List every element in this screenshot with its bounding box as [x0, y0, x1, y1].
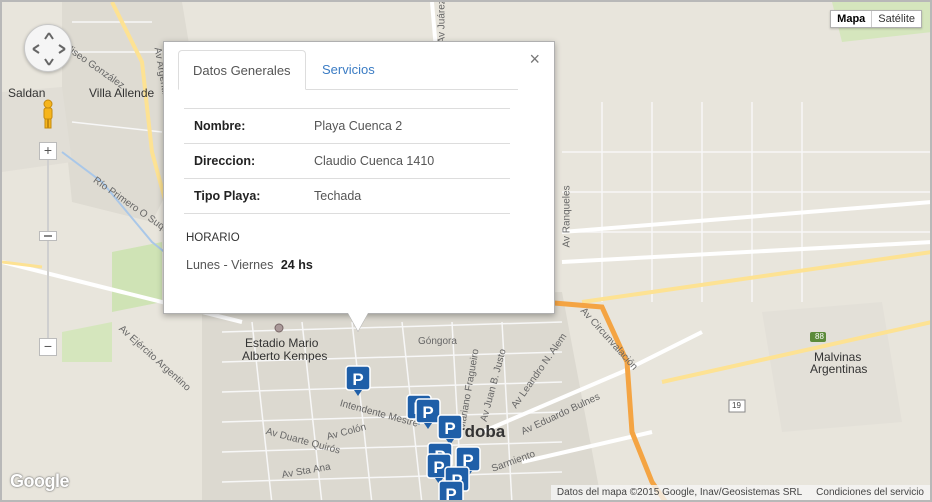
horario-row: Lunes - Viernes 24 hs [186, 258, 313, 272]
info-tabs: Datos Generales Servicios [178, 50, 518, 90]
map-canvas[interactable]: Saldan Villa Allende Estadio Mario Alber… [0, 0, 932, 502]
pan-control-icon [32, 32, 66, 66]
map-label-gongora: Góngora [418, 336, 457, 347]
terms-link[interactable]: Condiciones del servicio [816, 487, 924, 498]
pan-control[interactable] [24, 24, 72, 72]
map-label-estadio-2: Alberto Kempes [242, 349, 328, 363]
zoom-out-button[interactable]: − [39, 338, 57, 356]
tab-servicios[interactable]: Servicios [308, 50, 389, 90]
google-logo[interactable]: Google [10, 471, 70, 492]
map-label-estadio-1: Estadio Mario [245, 336, 319, 350]
detail-value: Playa Cuenca 2 [304, 108, 510, 144]
zoom-slider-track[interactable] [47, 152, 49, 348]
horario-days: Lunes - Viernes [186, 258, 274, 272]
zoom-in-button[interactable]: + [39, 142, 57, 160]
details-table: Nombre: Playa Cuenca 2 Direccion: Claudi… [184, 108, 510, 214]
svg-text:P: P [445, 485, 456, 502]
table-row: Tipo Playa: Techada [184, 178, 510, 214]
parking-marker-icon[interactable]: P [438, 480, 464, 502]
table-row: Nombre: Playa Cuenca 2 [184, 108, 510, 144]
horario-hours: 24 hs [280, 258, 313, 272]
svg-text:P: P [352, 370, 363, 389]
map-type-control: Mapa Satélite [830, 10, 922, 28]
svg-text:P: P [433, 458, 444, 477]
detail-key: Tipo Playa: [184, 178, 304, 214]
pegman-icon[interactable] [40, 98, 56, 130]
map-type-map-button[interactable]: Mapa [831, 11, 871, 27]
map-type-satellite-button[interactable]: Satélite [871, 11, 921, 27]
detail-key: Nombre: [184, 108, 304, 144]
table-row: Direccion: Claudio Cuenca 1410 [184, 143, 510, 179]
detail-value: Claudio Cuenca 1410 [304, 143, 510, 179]
parking-marker-icon[interactable]: P [345, 365, 371, 397]
map-label-ranqueles: Av Ranqueles [561, 185, 573, 248]
map-label-malvinas-2: Argentinas [810, 362, 868, 376]
svg-text:P: P [444, 419, 455, 438]
close-icon[interactable]: × [529, 49, 540, 70]
route-19-label: 19 [732, 401, 741, 410]
svg-text:P: P [422, 403, 433, 422]
info-window-tail [348, 313, 368, 331]
attribution-data: Datos del mapa ©2015 Google, Inav/Geosis… [556, 487, 803, 498]
route-88-label: 88 [815, 332, 824, 341]
zoom-slider-thumb[interactable] [39, 231, 57, 241]
detail-value: Techada [304, 178, 510, 214]
map-attribution: Datos del mapa ©2015 Google, Inav/Geosis… [550, 485, 930, 500]
tab-datos-generales[interactable]: Datos Generales [178, 50, 306, 90]
map-label-av-juarez: Av Juárez [436, 0, 448, 44]
info-window: × Datos Generales Servicios Nombre: Play… [163, 41, 555, 314]
horario-title: HORARIO [186, 232, 240, 244]
detail-key: Direccion: [184, 143, 304, 179]
